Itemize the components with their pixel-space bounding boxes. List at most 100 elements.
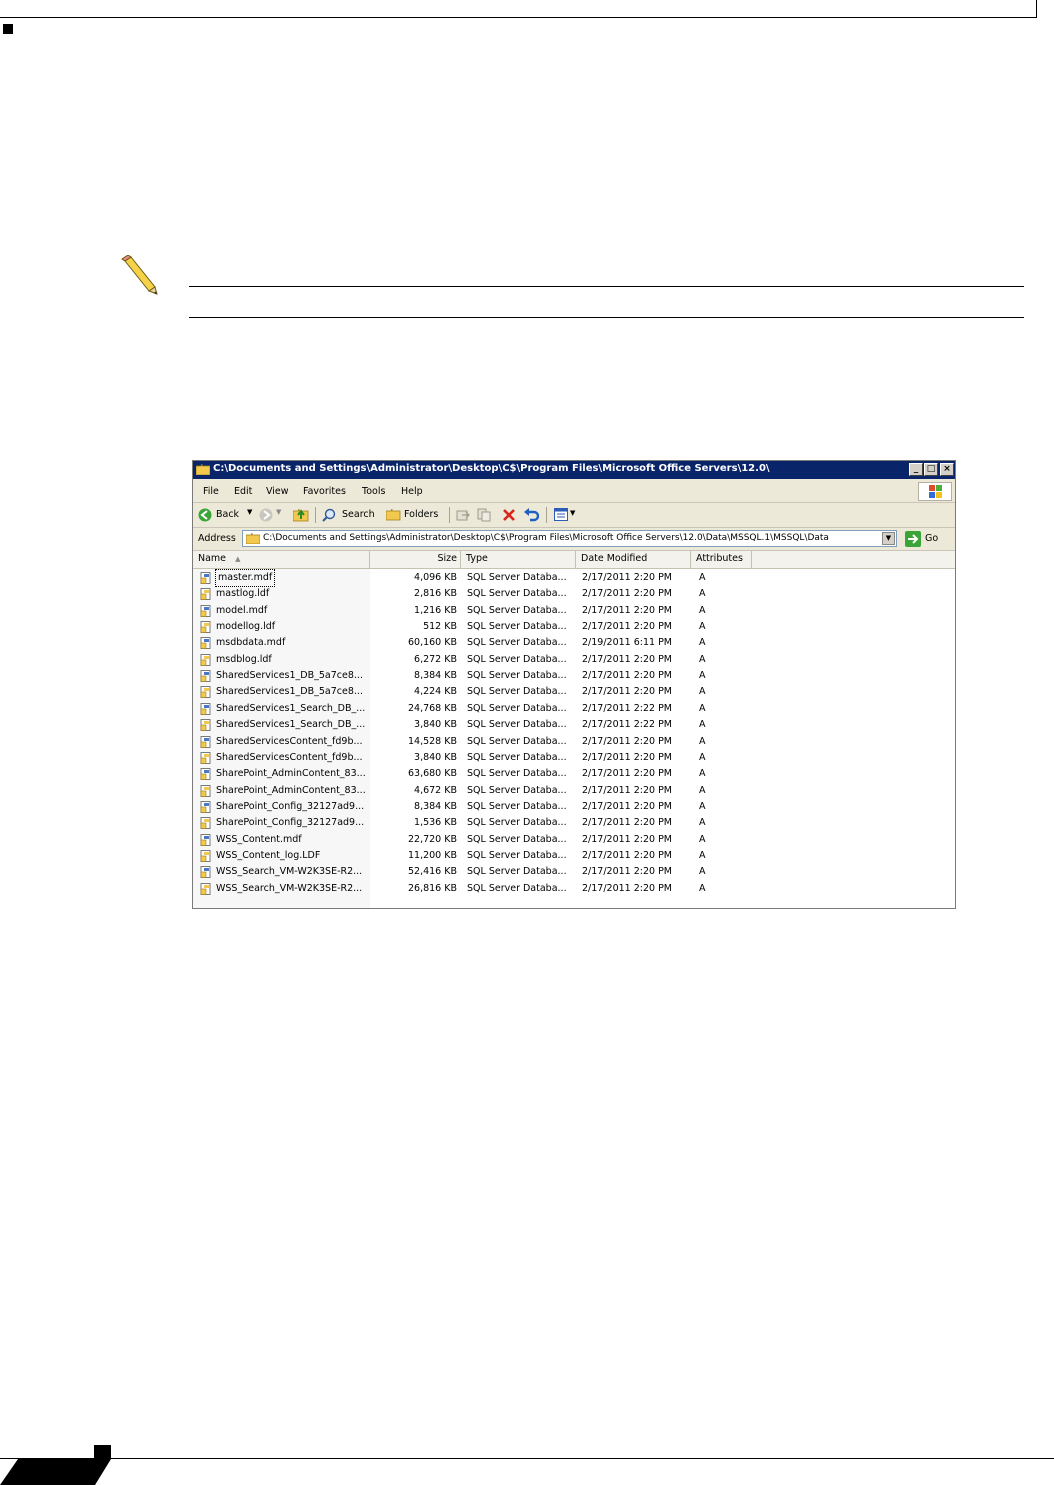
file-icon: [200, 719, 211, 732]
toolbar-separator: [449, 507, 450, 523]
file-row[interactable]: SharedServicesContent_fd9b... 14,528 KB SQ…: [193, 734, 955, 750]
close-button[interactable]: ×: [940, 463, 954, 476]
file-size: 1,216 KB: [414, 604, 457, 616]
footer-rule: [0, 1458, 1054, 1459]
file-attributes: A: [699, 702, 706, 714]
minimize-button[interactable]: _: [909, 463, 923, 476]
title-bar[interactable]: C:\Documents and Settings\Administrator\…: [193, 461, 955, 479]
go-button-label[interactable]: Go: [925, 533, 938, 544]
file-size: 4,224 KB: [414, 686, 457, 698]
go-arrow-icon[interactable]: [905, 531, 921, 547]
file-size: 3,840 KB: [414, 719, 457, 731]
back-icon[interactable]: [198, 508, 212, 522]
file-name: modellog.ldf: [216, 621, 276, 633]
delete-icon[interactable]: [502, 508, 516, 522]
file-row[interactable]: SharedServicesContent_fd9b... 3,840 KB SQL…: [193, 750, 955, 766]
file-name: SharedServices1_Search_DB_...: [216, 702, 366, 714]
file-date-modified: 2/17/2011 2:22 PM: [582, 719, 673, 731]
maximize-button[interactable]: □: [924, 463, 938, 476]
file-icon: [200, 751, 211, 764]
windows-logo-icon: [918, 482, 952, 501]
file-attributes: A: [699, 800, 706, 812]
file-row[interactable]: SharedServices1_DB_5a7ce8... 8,384 KB SQL …: [193, 668, 955, 684]
column-header-size[interactable]: Size: [370, 551, 461, 568]
file-row[interactable]: SharePoint_AdminContent_83... 4,672 KB SQL…: [193, 783, 955, 799]
folders-button-label[interactable]: Folders: [404, 509, 438, 520]
file-size: 4,672 KB: [414, 784, 457, 796]
file-row[interactable]: modellog.ldf 512 KB SQL Server Databa... 2/…: [193, 619, 955, 635]
file-row[interactable]: SharedServices1_Search_DB_... 3,840 KB SQL…: [193, 717, 955, 733]
file-row[interactable]: WSS_Search_VM-W2K3SE-R2... 52,416 KB SQL S…: [193, 864, 955, 880]
column-header-type[interactable]: Type: [461, 551, 576, 568]
file-date-modified: 2/17/2011 2:20 PM: [582, 751, 673, 763]
file-row[interactable]: SharePoint_Config_32127ad9... 1,536 KB SQL…: [193, 815, 955, 831]
file-date-modified: 2/17/2011 2:20 PM: [582, 621, 673, 633]
file-size: 26,816 KB: [407, 882, 457, 894]
file-icon: [200, 686, 211, 699]
file-row[interactable]: msdbdata.mdf 60,160 KB SQL Server Databa..…: [193, 635, 955, 651]
corner-mark: [3, 24, 13, 34]
back-dropdown-icon[interactable]: ▼: [247, 508, 252, 516]
file-attributes: A: [699, 866, 706, 878]
file-icon: [200, 621, 211, 634]
file-type: SQL Server Databa...: [467, 588, 567, 600]
file-row[interactable]: WSS_Search_VM-W2K3SE-R2... 26,816 KB SQL S…: [193, 881, 955, 897]
column-header-name[interactable]: Name ▲: [193, 551, 370, 568]
file-type: SQL Server Databa...: [467, 702, 567, 714]
file-row[interactable]: msdblog.ldf 6,272 KB SQL Server Databa... 2…: [193, 652, 955, 668]
menu-edit[interactable]: Edit: [234, 486, 252, 497]
file-size: 14,528 KB: [407, 735, 457, 747]
undo-icon[interactable]: [523, 507, 539, 522]
file-date-modified: 2/17/2011 2:20 PM: [582, 849, 673, 861]
file-row[interactable]: SharePoint_Config_32127ad9... 8,384 KB SQL…: [193, 799, 955, 815]
up-folder-icon[interactable]: [293, 507, 309, 522]
file-attributes: A: [699, 670, 706, 682]
file-date-modified: 2/17/2011 2:20 PM: [582, 784, 673, 796]
back-button-label[interactable]: Back: [216, 509, 239, 520]
forward-icon[interactable]: [259, 508, 273, 522]
column-header-attributes[interactable]: Attributes: [691, 551, 752, 568]
pencil-note-icon: [121, 255, 158, 295]
file-date-modified: 2/17/2011 2:20 PM: [582, 866, 673, 878]
file-row[interactable]: SharePoint_AdminContent_83... 63,680 KB SQ…: [193, 766, 955, 782]
file-row[interactable]: SharedServices1_Search_DB_... 24,768 KB SQ…: [193, 701, 955, 717]
address-dropdown-icon[interactable]: ▼: [882, 532, 895, 545]
footer-page-tab: [0, 1445, 111, 1485]
file-attributes: A: [699, 751, 706, 763]
file-type: SQL Server Databa...: [467, 817, 567, 829]
file-row[interactable]: mastlog.ldf 2,816 KB SQL Server Databa... 2…: [193, 586, 955, 602]
window-title: C:\Documents and Settings\Administrator\…: [213, 463, 770, 474]
address-input[interactable]: C:\Documents and Settings\Administrator\…: [242, 530, 897, 547]
file-row[interactable]: model.mdf 1,216 KB SQL Server Databa... 2/1…: [193, 603, 955, 619]
file-type: SQL Server Databa...: [467, 784, 567, 796]
menu-view[interactable]: View: [266, 486, 289, 497]
menu-tools[interactable]: Tools: [362, 486, 385, 497]
file-size: 1,536 KB: [414, 817, 457, 829]
forward-dropdown-icon[interactable]: ▼: [276, 508, 281, 516]
column-header-date[interactable]: Date Modified: [576, 551, 691, 568]
file-name: master.mdf: [214, 569, 276, 587]
file-name: WSS_Content.mdf: [216, 833, 302, 845]
address-value: C:\Documents and Settings\Administrator\…: [263, 533, 829, 543]
folders-icon[interactable]: [386, 508, 401, 521]
file-list[interactable]: Name ▲ Size Type Date Modified Attribute…: [193, 551, 955, 908]
note-rule-top: [189, 286, 1024, 287]
search-icon[interactable]: [322, 508, 336, 522]
search-button-label[interactable]: Search: [342, 509, 375, 520]
file-row[interactable]: WSS_Content.mdf 22,720 KB SQL Server Datab…: [193, 832, 955, 848]
file-row[interactable]: master.mdf 4,096 KB SQL Server Databa... 2/…: [193, 569, 955, 587]
views-icon[interactable]: [554, 508, 568, 521]
menu-favorites[interactable]: Favorites: [303, 486, 346, 497]
file-size: 3,840 KB: [414, 751, 457, 763]
file-attributes: A: [699, 833, 706, 845]
file-row[interactable]: WSS_Content_log.LDF 11,200 KB SQL Server D…: [193, 848, 955, 864]
move-to-icon[interactable]: [456, 508, 470, 522]
copy-to-icon[interactable]: [477, 508, 491, 522]
file-name: model.mdf: [216, 604, 268, 616]
views-dropdown-icon[interactable]: ▼: [570, 509, 575, 517]
file-size: 52,416 KB: [407, 866, 457, 878]
menu-help[interactable]: Help: [401, 486, 423, 497]
file-row[interactable]: SharedServices1_DB_5a7ce8... 4,224 KB SQL …: [193, 684, 955, 700]
menu-file[interactable]: File: [203, 486, 219, 497]
file-date-modified: 2/17/2011 2:20 PM: [582, 768, 673, 780]
